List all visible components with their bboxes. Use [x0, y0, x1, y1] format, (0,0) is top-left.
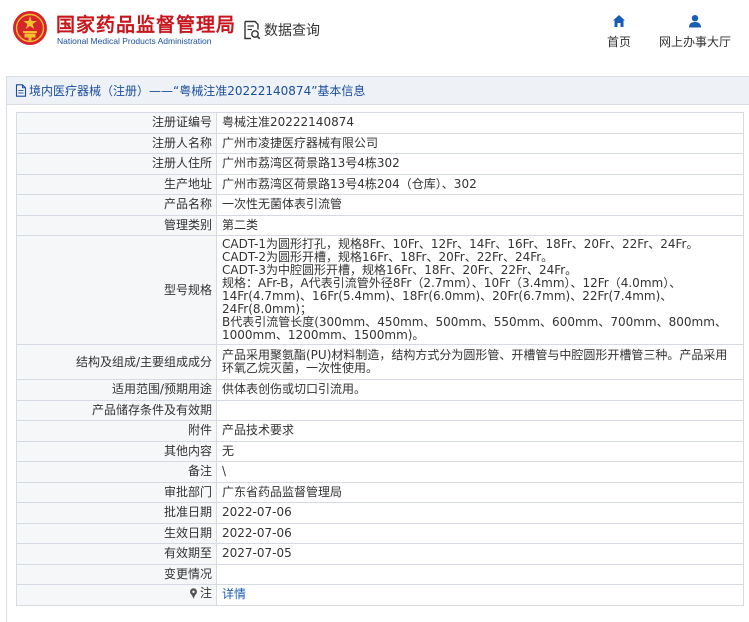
field-value: 粤械注准20222140874	[216, 112, 744, 134]
table-row: 变更情况	[16, 563, 744, 585]
field-label: 变更情况	[16, 563, 217, 585]
table-row: 附件 产品技术要求	[16, 420, 744, 442]
field-label: 产品名称	[16, 194, 217, 216]
field-value: 产品技术要求	[216, 420, 744, 442]
field-label: 注册人名称	[16, 132, 217, 154]
section-title: 境内医疗器械（注册）——“粤械注准20222140874”基本信息	[29, 84, 366, 98]
nav-online-service-hall[interactable]: 网上办事大厅	[654, 14, 736, 50]
field-value: 2022-07-06	[216, 502, 744, 524]
field-label: 附件	[16, 420, 217, 442]
field-label: 生效日期	[16, 522, 217, 544]
table-row: 有效期至 2027-07-05	[16, 543, 744, 565]
field-value: 一次性无菌体表引流管	[216, 194, 744, 216]
field-value	[216, 563, 744, 585]
info-table: 注册证编号 粤械注准20222140874 注册人名称 广州市凌捷医疗器械有限公…	[16, 112, 744, 606]
field-label: 注册证编号	[16, 112, 217, 134]
home-icon	[613, 15, 625, 27]
table-row: 产品名称 一次性无菌体表引流管	[16, 194, 744, 216]
national-emblem-icon	[13, 11, 47, 45]
field-label: 有效期至	[16, 543, 217, 565]
table-row: 注 详情	[16, 584, 744, 606]
field-label: 注册人住所	[16, 153, 217, 175]
note-label-text: 注	[199, 586, 212, 601]
field-value	[216, 399, 744, 421]
site-header: 国家药品监督管理局 National Medical Products Admi…	[0, 0, 749, 66]
field-value: \	[216, 461, 744, 483]
field-value: 2027-07-05	[216, 543, 744, 565]
field-label: 批准日期	[16, 502, 217, 524]
field-value: 广州市荔湾区荷景路13号4栋204（仓库）、302	[216, 173, 744, 195]
table-row: 备注 \	[16, 461, 744, 483]
site-subtitle: National Medical Products Administration	[57, 36, 212, 46]
table-row: 结构及组成/主要组成成分 产品采用聚氨酯(PU)材料制造，结构方式分为圆形管、开…	[16, 344, 744, 380]
field-label: 管理类别	[16, 214, 217, 236]
document-icon	[15, 84, 27, 97]
field-value: 广东省药品监督管理局	[216, 481, 744, 503]
field-value: 广州市荔湾区荷景路13号4栋302	[216, 153, 744, 175]
field-label: 结构及组成/主要组成成分	[16, 344, 217, 380]
data-query-label: 数据查询	[264, 23, 320, 39]
field-label: 生产地址	[16, 173, 217, 195]
field-value: 无	[216, 440, 744, 462]
field-label: 其他内容	[16, 440, 217, 462]
field-label: 备注	[16, 461, 217, 483]
table-row: 注册证编号 粤械注准20222140874	[16, 112, 744, 134]
field-label: 产品储存条件及有效期	[16, 399, 217, 421]
pin-icon	[189, 588, 197, 600]
table-row: 管理类别 第二类	[16, 214, 744, 236]
table-row: 注册人名称 广州市凌捷医疗器械有限公司	[16, 132, 744, 154]
note-label: 注	[189, 587, 212, 600]
data-query-icon	[244, 20, 261, 40]
table-row: 适用范围/预期用途 供体表创伤或切口引流用。	[16, 379, 744, 401]
field-label: 适用范围/预期用途	[16, 379, 217, 401]
table-row: 生产地址 广州市荔湾区荷景路13号4栋204（仓库）、302	[16, 173, 744, 195]
nav-home-label: 首页	[606, 35, 631, 49]
field-label: 审批部门	[16, 481, 217, 503]
user-icon	[689, 15, 701, 28]
field-label: 型号规格	[16, 235, 217, 345]
field-value: 供体表创伤或切口引流用。	[216, 379, 744, 401]
table-row: 其他内容 无	[16, 440, 744, 462]
field-value: 广州市凌捷医疗器械有限公司	[216, 132, 744, 154]
table-row: 批准日期 2022-07-06	[16, 502, 744, 524]
details-link[interactable]: 详情	[222, 587, 246, 601]
data-query-link[interactable]: 数据查询	[243, 20, 320, 40]
field-value: CADT-1为圆形打孔，规格8Fr、10Fr、12Fr、14Fr、16Fr、18…	[216, 235, 744, 345]
note-label-cell: 注	[16, 584, 217, 606]
section-title-bar: 境内医疗器械（注册）——“粤械注准20222140874”基本信息	[7, 77, 749, 105]
table-row: 产品储存条件及有效期	[16, 399, 744, 421]
table-row: 型号规格 CADT-1为圆形打孔，规格8Fr、10Fr、12Fr、14Fr、16…	[16, 235, 744, 345]
field-value: 2022-07-06	[216, 522, 744, 544]
nav-online-service-hall-label: 网上办事大厅	[658, 35, 731, 49]
site-title: 国家药品监督管理局	[56, 14, 237, 36]
nav-home[interactable]: 首页	[602, 14, 636, 50]
table-row: 生效日期 2022-07-06	[16, 522, 744, 544]
basic-info-section: 境内医疗器械（注册）——“粤械注准20222140874”基本信息 注册证编号 …	[6, 76, 749, 622]
table-row: 注册人住所 广州市荔湾区荷景路13号4栋302	[16, 153, 744, 175]
table-row: 审批部门 广东省药品监督管理局	[16, 481, 744, 503]
field-value: 详情	[216, 584, 744, 606]
field-value: 第二类	[216, 214, 744, 236]
field-value: 产品采用聚氨酯(PU)材料制造，结构方式分为圆形管、开槽管与中腔圆形开槽管三种。…	[216, 344, 744, 380]
